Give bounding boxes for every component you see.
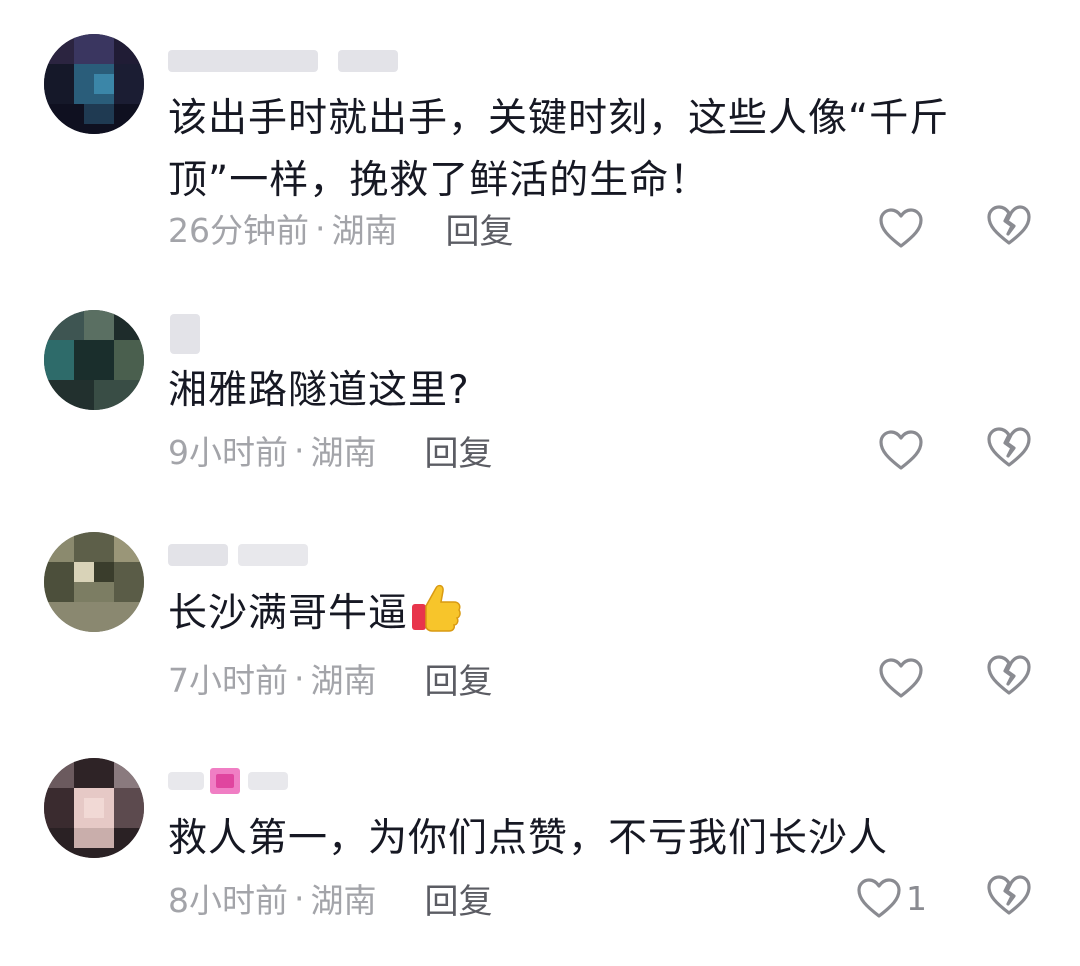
broken-heart-icon xyxy=(987,205,1031,245)
comment-text: 湘雅路隧道这里? xyxy=(168,368,470,413)
avatar[interactable] xyxy=(44,758,144,858)
username-blurred[interactable] xyxy=(168,540,328,570)
meta-separator: · xyxy=(294,430,305,470)
dislike-button[interactable] xyxy=(986,654,1034,702)
avatar[interactable] xyxy=(44,34,144,134)
heart-outline-icon xyxy=(879,208,923,248)
comment-text: 该出手时就出手，关键时刻，这些人像“千斤顶”一样，挽救了鲜活的生命！ xyxy=(168,96,950,203)
reply-button[interactable]: 回复 xyxy=(425,874,493,923)
heart-outline-icon xyxy=(879,430,923,470)
comment-meta: 26分钟前 · 湖南 回复 xyxy=(168,204,514,253)
reply-button[interactable]: 回复 xyxy=(425,654,493,703)
comment-location: 湖南 xyxy=(310,661,377,700)
avatar[interactable] xyxy=(44,310,144,410)
comment-text-content: 长沙满哥牛逼 xyxy=(168,591,409,636)
heart-outline-icon xyxy=(857,878,901,918)
username-blurred[interactable] xyxy=(168,312,208,356)
like-button[interactable] xyxy=(878,654,928,702)
meta-separator: · xyxy=(315,208,326,248)
thumbs-up-emoji xyxy=(410,582,462,634)
heart-outline-icon xyxy=(879,658,923,698)
meta-separator: · xyxy=(294,878,305,918)
comment-meta: 9小时前 · 湖南 回复 xyxy=(168,426,493,475)
reply-button[interactable]: 回复 xyxy=(446,204,514,253)
reply-button[interactable]: 回复 xyxy=(425,426,493,475)
like-count: 1 xyxy=(906,878,927,918)
meta-separator: · xyxy=(294,658,305,698)
username-blurred[interactable] xyxy=(168,766,308,796)
dislike-button[interactable] xyxy=(986,874,1034,922)
comment-text: 救人第一，为你们点赞，不亏我们长沙人 xyxy=(168,816,889,861)
comment-time: 26分钟前 xyxy=(168,211,309,250)
comment-location: 湖南 xyxy=(310,881,377,920)
broken-heart-icon xyxy=(987,875,1031,915)
like-button[interactable] xyxy=(878,204,928,252)
comment-location: 湖南 xyxy=(331,211,398,250)
comment-time: 7小时前 xyxy=(168,661,288,700)
avatar[interactable] xyxy=(44,532,144,632)
like-button[interactable] xyxy=(878,426,928,474)
comment-location: 湖南 xyxy=(310,433,377,472)
comment-time: 8小时前 xyxy=(168,881,288,920)
username-blurred[interactable] xyxy=(168,46,418,76)
broken-heart-icon xyxy=(987,427,1031,467)
comment-text: 长沙满哥牛逼 xyxy=(168,582,1008,645)
comment-time: 9小时前 xyxy=(168,433,288,472)
comment-meta: 8小时前 · 湖南 回复 xyxy=(168,874,493,923)
dislike-button[interactable] xyxy=(986,426,1034,474)
like-button[interactable]: 1 xyxy=(856,874,927,922)
comment-meta: 7小时前 · 湖南 回复 xyxy=(168,654,493,703)
broken-heart-icon xyxy=(987,655,1031,695)
dislike-button[interactable] xyxy=(986,204,1034,252)
